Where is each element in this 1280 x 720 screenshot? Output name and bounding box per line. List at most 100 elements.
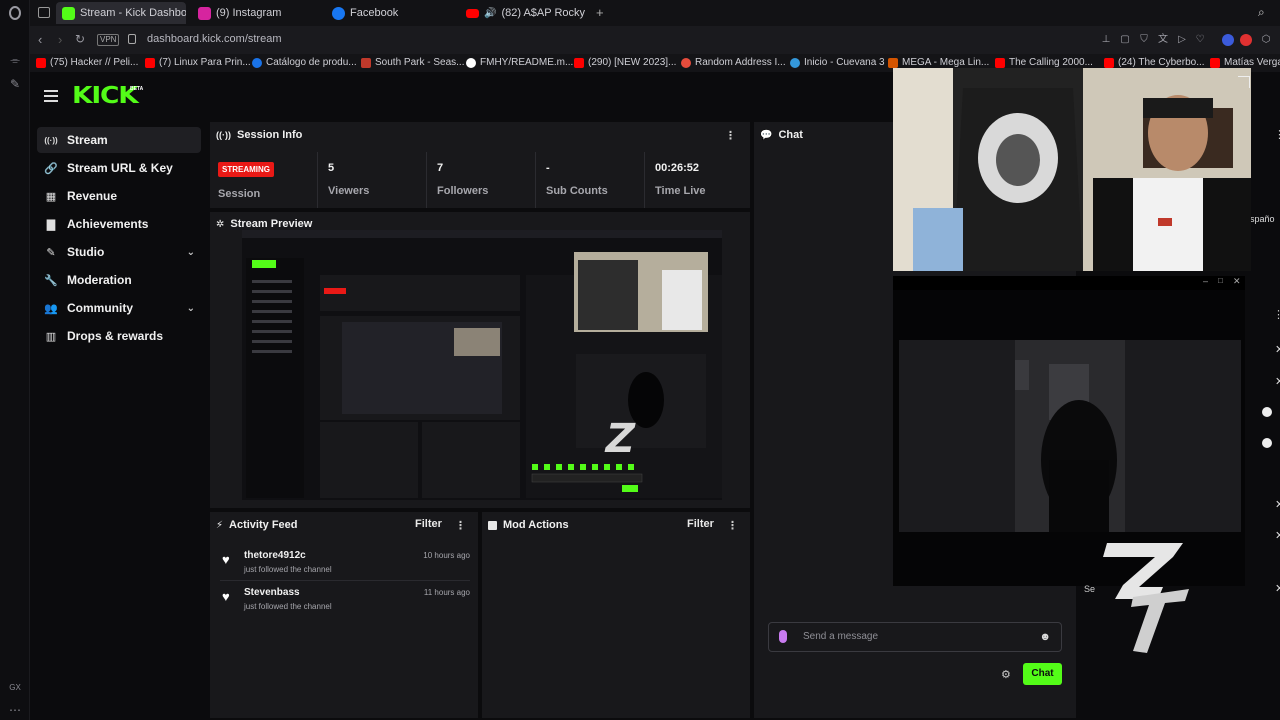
feed-item[interactable]: ♥ Stevenbass just followed the channel 1… (220, 585, 470, 621)
stat-followers: 7 Followers (437, 162, 488, 197)
browser-sidebar: ⌯ ✎ GX ⋯ (0, 0, 30, 720)
mega-icon (888, 57, 898, 68)
close-icon[interactable]: ✕ (1275, 343, 1280, 356)
workspaces-icon[interactable] (38, 7, 50, 18)
close-icon[interactable]: ✕ (1275, 529, 1280, 542)
bookmark[interactable]: (7) Linux Para Prin... (145, 57, 251, 68)
bookmark[interactable]: MEGA - Mega Lin... (888, 57, 989, 68)
shield-icon[interactable]: ⛉ (1138, 34, 1150, 46)
maximize-icon[interactable]: □ (1218, 276, 1223, 285)
more-options-icon[interactable]: ⋮ (727, 519, 738, 532)
speaker-icon[interactable]: 🔊 (484, 8, 496, 19)
snapshot-icon[interactable]: ▢ (1119, 34, 1131, 46)
url-field[interactable]: dashboard.kick.com/stream (147, 33, 282, 45)
webcam-feed (899, 340, 1241, 532)
emoji-icon[interactable]: ☻ (1039, 631, 1051, 643)
sidebar-item-label: Revenue (67, 189, 118, 203)
kick-logo[interactable]: KICK (72, 83, 139, 109)
bookmark[interactable]: (24) The Cyberbo... (1104, 57, 1205, 68)
sidebar-item-label: Stream (67, 133, 108, 147)
chat-message-input[interactable]: Send a message ☻ (768, 622, 1062, 652)
forward-icon[interactable]: › (58, 32, 62, 47)
divider (220, 580, 470, 581)
extensions-icon[interactable]: ⬡ (1260, 34, 1272, 46)
follower-name[interactable]: thetore4912c (244, 550, 306, 561)
chevron-down-icon[interactable]: ⌄ (187, 303, 195, 314)
stat-label: Time Live (655, 185, 706, 197)
pin-icon[interactable]: ✎ (7, 76, 23, 92)
translate-icon[interactable]: 文 (1157, 34, 1169, 46)
bookmark[interactable]: Inicio - Cuevana 3 (790, 57, 885, 68)
bookmark[interactable]: Catálogo de produ... (252, 57, 357, 68)
follower-name[interactable]: Stevenbass (244, 587, 300, 598)
bookmark[interactable]: FMHY/README.m... (466, 57, 573, 68)
stat-value: - (546, 162, 550, 174)
sidebar-item-community[interactable]: 👥 Community ⌄ (37, 295, 201, 321)
close-icon[interactable]: ✕ (1275, 498, 1280, 511)
tab-label: Stream - Kick Dashboard (80, 7, 186, 19)
close-icon[interactable]: ✕ (1275, 375, 1280, 388)
sidebar-item-label: Moderation (67, 273, 132, 287)
menu-icon[interactable] (44, 90, 58, 102)
status-badge: STREAMING (218, 162, 274, 177)
bookmark[interactable]: South Park - Seas... (361, 57, 465, 68)
minimize-icon[interactable]: – (1203, 276, 1208, 286)
search-icon[interactable]: ⌕ (1258, 5, 1265, 20)
extension-blue-icon[interactable] (1222, 34, 1234, 46)
more-options-icon[interactable]: ⋮ (725, 129, 736, 142)
bookmark[interactable]: (290) [NEW 2023]... (574, 57, 676, 68)
more-icon[interactable]: ⋯ (7, 702, 23, 718)
tab-instagram[interactable]: (9) Instagram (192, 2, 312, 24)
sidebar-item-revenue[interactable]: ▦ Revenue (37, 183, 201, 209)
gear-icon[interactable]: ⚙ (1001, 668, 1011, 681)
bookmark[interactable]: The Calling 2000... (995, 57, 1093, 68)
play-icon[interactable]: ▷ (1176, 34, 1188, 46)
new-tab-button[interactable]: + (596, 5, 604, 20)
feed-description: just followed the channel (244, 602, 332, 611)
reload-icon[interactable]: ↻ (75, 32, 85, 46)
filter-button[interactable]: Filter (415, 518, 442, 530)
close-icon[interactable]: ✕ (1233, 276, 1241, 287)
bookmark[interactable]: Matías Vergar (1210, 57, 1280, 68)
more-options-icon[interactable]: ⋮ (1274, 128, 1280, 141)
vpn-badge[interactable]: VPN (97, 34, 120, 46)
bookmark[interactable]: (75) Hacker // Peli... (36, 57, 138, 68)
beta-label: BETA (130, 86, 144, 92)
microphone-icon[interactable] (779, 630, 787, 643)
chevron-down-icon[interactable]: ⌄ (187, 247, 195, 258)
feed-item[interactable]: ♥ thetore4912c just followed the channel… (220, 548, 470, 584)
bookmark[interactable]: Random Address I... (681, 57, 786, 68)
more-options-icon[interactable]: ⋮ (1273, 308, 1280, 321)
heart-icon[interactable]: ♡ (1194, 34, 1206, 46)
tab-label: Facebook (350, 7, 399, 19)
tab-youtube[interactable]: 🔊 (82) A$AP Rocky - Pra (460, 2, 588, 24)
toggle-knob[interactable] (1262, 407, 1272, 417)
back-icon[interactable]: ‹ (38, 32, 42, 47)
gx-control-icon[interactable]: ⌯ (7, 52, 23, 68)
toggle-knob[interactable] (1262, 438, 1272, 448)
close-icon[interactable]: ✕ (1275, 582, 1280, 595)
resize-handle[interactable] (1238, 76, 1250, 88)
opera-logo-icon[interactable] (7, 6, 23, 22)
tab-kick[interactable]: Stream - Kick Dashboard (56, 2, 186, 24)
heart-icon: ♥ (222, 552, 230, 567)
broadcast-icon: ((·)) (216, 130, 231, 140)
google-icon (252, 57, 262, 68)
sidebar-item-achievements[interactable]: ▇ Achievements (37, 211, 201, 237)
youtube-icon (574, 57, 584, 68)
pin-icon[interactable]: ⊥ (1100, 34, 1112, 46)
stream-preview-video[interactable]: Z (242, 230, 722, 500)
tab-facebook[interactable]: Facebook (326, 2, 446, 24)
panel-title: Chat (778, 129, 803, 141)
sidebar-item-moderation[interactable]: 🔧 Moderation (37, 267, 201, 293)
tab-bar: Stream - Kick Dashboard (9) Instagram Fa… (30, 0, 1280, 26)
more-options-icon[interactable]: ⋮ (455, 519, 466, 532)
sidebar-item-drops-rewards[interactable]: ▥ Drops & rewards (37, 323, 201, 349)
send-chat-button[interactable]: Chat (1023, 663, 1062, 685)
extension-red-icon[interactable] (1240, 34, 1252, 46)
sidebar-item-label: Stream URL & Key (67, 161, 173, 175)
sidebar-item-studio[interactable]: ✎ Studio ⌄ (37, 239, 201, 265)
filter-button[interactable]: Filter (687, 518, 714, 530)
sidebar-item-stream-url-key[interactable]: 🔗 Stream URL & Key (37, 155, 201, 181)
sidebar-item-stream[interactable]: ((·)) Stream (37, 127, 201, 153)
